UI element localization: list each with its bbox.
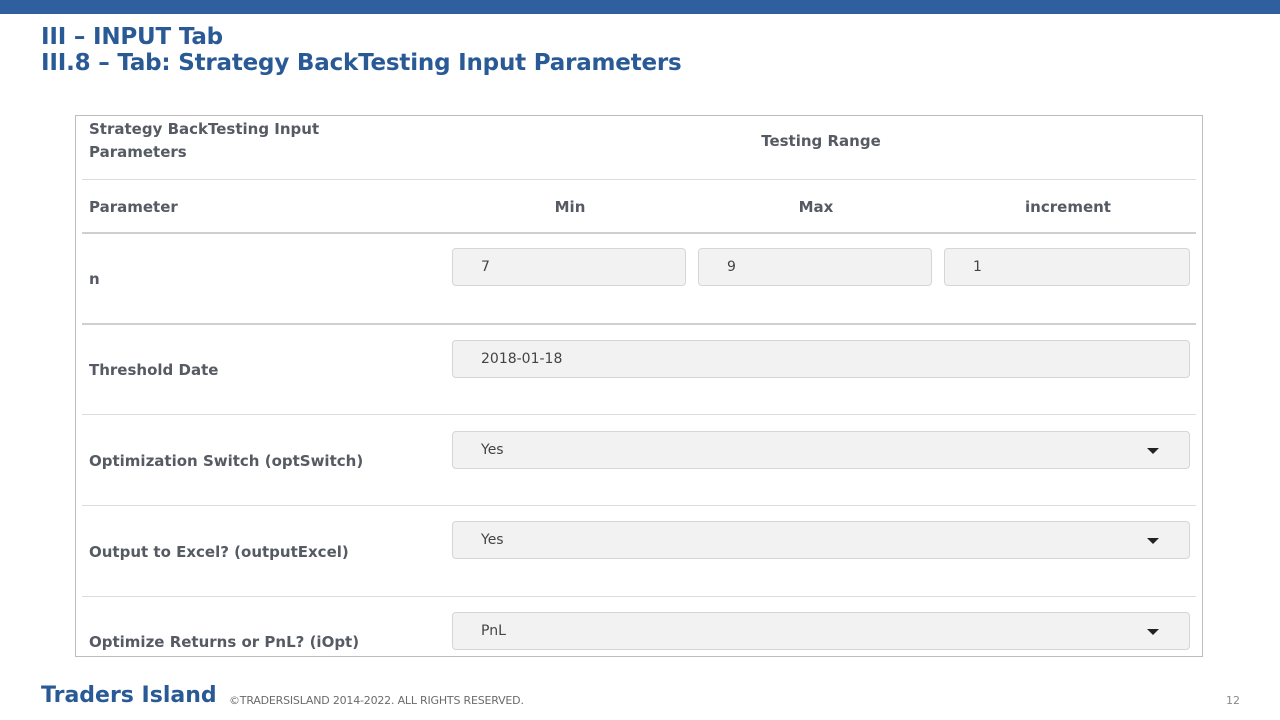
divider <box>82 232 1196 234</box>
caret-down-icon <box>1147 629 1159 635</box>
divider <box>82 414 1196 415</box>
param-label-threshold-date: Threshold Date <box>89 361 219 379</box>
optswitch-selected-value: Yes <box>481 442 504 458</box>
param-label-iopt: Optimize Returns or PnL? (iOpt) <box>89 633 360 651</box>
column-header-max: Max <box>798 198 834 216</box>
column-header-parameter: Parameter <box>89 198 178 216</box>
panel-header-title: Strategy BackTesting Input Parameters <box>89 120 320 161</box>
n-increment-input[interactable]: 1 <box>944 248 1190 286</box>
page-number: 12 <box>1226 694 1240 707</box>
top-accent-bar <box>0 0 1280 14</box>
column-header-increment: increment <box>1025 198 1111 216</box>
iopt-select[interactable]: PnL <box>452 612 1190 650</box>
threshold-date-input[interactable]: 2018-01-18 <box>452 340 1190 378</box>
optswitch-select[interactable]: Yes <box>452 431 1190 469</box>
caret-down-icon <box>1147 448 1159 454</box>
param-label-outputexcel: Output to Excel? (outputExcel) <box>89 543 349 561</box>
divider <box>82 179 1196 180</box>
n-max-input[interactable]: 9 <box>698 248 932 286</box>
n-min-input[interactable]: 7 <box>452 248 686 286</box>
divider <box>82 505 1196 506</box>
testing-range-header: Testing Range <box>761 132 881 150</box>
slide-title: III – INPUT Tab <box>41 24 223 50</box>
slide-subtitle: III.8 – Tab: Strategy BackTesting Input … <box>41 50 682 76</box>
column-header-min: Min <box>554 198 586 216</box>
caret-down-icon <box>1147 538 1159 544</box>
param-label-n: n <box>89 270 100 288</box>
param-label-optswitch: Optimization Switch (optSwitch) <box>89 452 364 470</box>
divider <box>82 596 1196 597</box>
outputexcel-select[interactable]: Yes <box>452 521 1190 559</box>
brand-logo-text: Traders Island <box>41 683 217 708</box>
outputexcel-selected-value: Yes <box>481 532 504 548</box>
copyright-notice: ©TRADERSISLAND 2014-2022. ALL RIGHTS RES… <box>229 694 524 707</box>
divider <box>82 323 1196 325</box>
backtesting-parameters-panel: Strategy BackTesting Input Parameters Te… <box>75 115 1203 657</box>
iopt-selected-value: PnL <box>481 623 506 639</box>
